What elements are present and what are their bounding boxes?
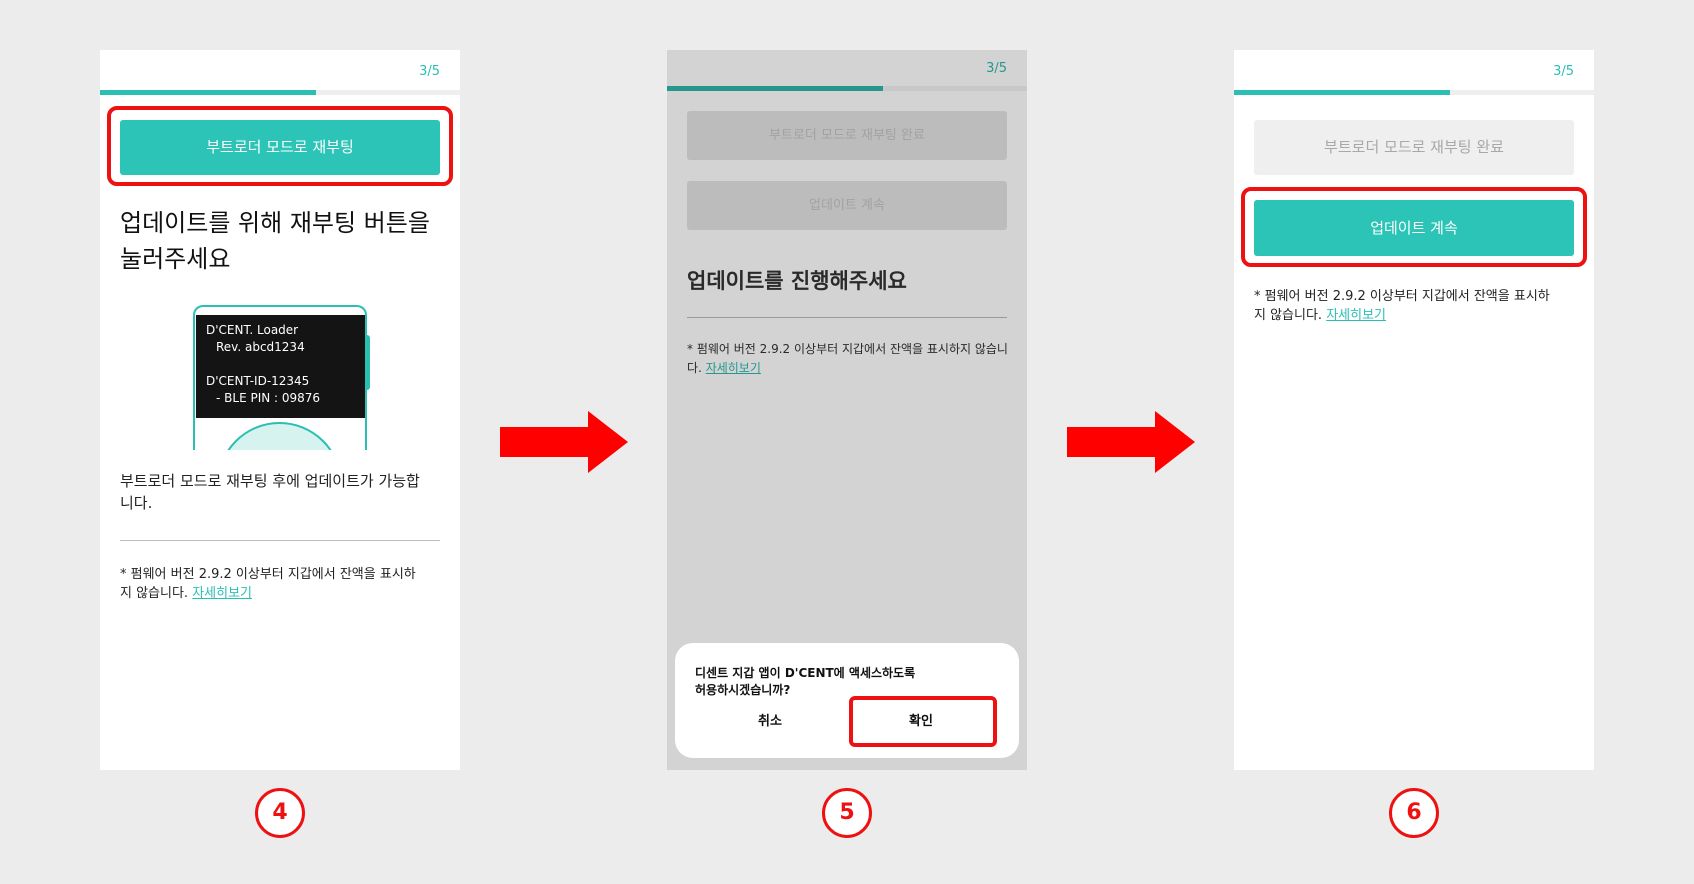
progress-bar xyxy=(667,86,1027,91)
arrow-right-icon xyxy=(500,411,628,473)
step-badge-6: 6 xyxy=(1389,788,1439,838)
progress-fill xyxy=(100,90,316,95)
step-counter: 3/5 xyxy=(986,61,1007,76)
firmware-note: * 펌웨어 버전 2.9.2 이상부터 지갑에서 잔액을 표시하지 않습니 다.… xyxy=(687,342,1008,375)
details-link[interactable]: 자세히보기 xyxy=(192,586,252,601)
screen-step-4: 3/5 부트로더 모드로 재부팅 업데이트를 위해 재부팅 버튼을 눌러주세요 … xyxy=(100,50,460,770)
continue-update-button[interactable]: 업데이트 계속 xyxy=(687,181,1007,230)
instruction-text: 부트로더 모드로 재부팅 후에 업데이트가 가능합 니다. xyxy=(120,472,420,512)
device-button-circle xyxy=(217,422,342,450)
divider xyxy=(687,317,1007,318)
firmware-note: * 펌웨어 버전 2.9.2 이상부터 지갑에서 잔액을 표시하 지 않습니다.… xyxy=(1254,289,1550,323)
reboot-done-button[interactable]: 부트로더 모드로 재부팅 완료 xyxy=(687,111,1007,160)
progress-bar xyxy=(100,90,460,95)
firmware-note: * 펌웨어 버전 2.9.2 이상부터 지갑에서 잔액을 표시하 지 않습니다.… xyxy=(120,567,416,601)
details-link[interactable]: 자세히보기 xyxy=(1326,308,1386,323)
step-counter: 3/5 xyxy=(419,64,440,79)
device-side-button xyxy=(365,335,370,390)
cancel-button[interactable]: 취소 xyxy=(730,710,810,729)
step-counter: 3/5 xyxy=(1553,64,1574,79)
reboot-done-button[interactable]: 부트로더 모드로 재부팅 완료 xyxy=(1254,120,1574,175)
progress-bar xyxy=(1234,90,1594,95)
divider xyxy=(120,540,440,541)
permission-dialog: 디센트 지갑 앱이 D'CENT에 액세스하도록 허용하시겠습니까? 취소 확인 xyxy=(675,643,1019,758)
dialog-message: 디센트 지갑 앱이 D'CENT에 액세스하도록 허용하시겠습니까? xyxy=(695,666,916,697)
highlight-box xyxy=(1241,187,1587,267)
page-title: 업데이트를 위해 재부팅 버튼을 눌러주세요 xyxy=(120,209,430,273)
details-link[interactable]: 자세히보기 xyxy=(706,361,761,375)
highlight-box xyxy=(849,696,997,747)
screen-step-5: 3/5 부트로더 모드로 재부팅 완료 업데이트 계속 업데이트를 진행해주세요… xyxy=(667,50,1027,770)
device-illustration: D'CENT. Loader Rev. abcd1234 D'CENT-ID-12… xyxy=(193,305,367,450)
progress-fill xyxy=(1234,90,1450,95)
highlight-box xyxy=(107,106,453,186)
progress-fill xyxy=(667,86,883,91)
step-badge-5: 5 xyxy=(822,788,872,838)
device-screen: D'CENT. Loader Rev. abcd1234 D'CENT-ID-12… xyxy=(196,315,365,418)
page-title: 업데이트를 진행해주세요 xyxy=(687,269,907,293)
arrow-right-icon xyxy=(1067,411,1195,473)
screen-step-6: 3/5 부트로더 모드로 재부팅 완료 업데이트 계속 * 펌웨어 버전 2.9… xyxy=(1234,50,1594,770)
step-badge-4: 4 xyxy=(255,788,305,838)
